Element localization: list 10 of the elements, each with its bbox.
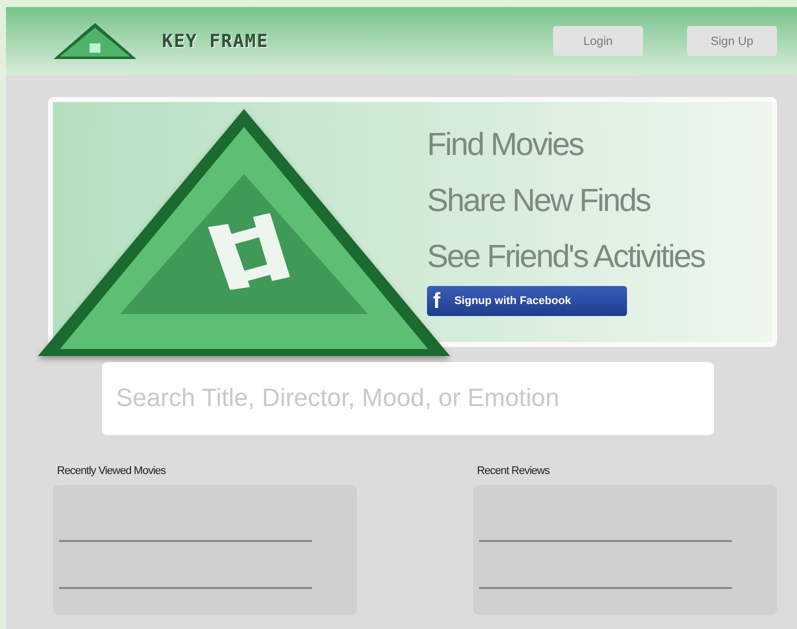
triangle-logo-icon (52, 21, 138, 61)
tagline: Find Movies (427, 125, 584, 164)
facebook-signup-button[interactable]: f Signup with Facebook (427, 286, 627, 316)
section-title: Recently Viewed Movies (57, 465, 167, 477)
tagline: See Friend's Activities (427, 237, 706, 276)
header-button[interactable]: Login (553, 26, 643, 56)
section-title: Recent Reviews (477, 465, 551, 477)
tagline: Share New Finds (427, 181, 652, 220)
brand-name: KEY FRAME (162, 30, 269, 52)
header-button[interactable]: Sign Up (687, 26, 777, 56)
